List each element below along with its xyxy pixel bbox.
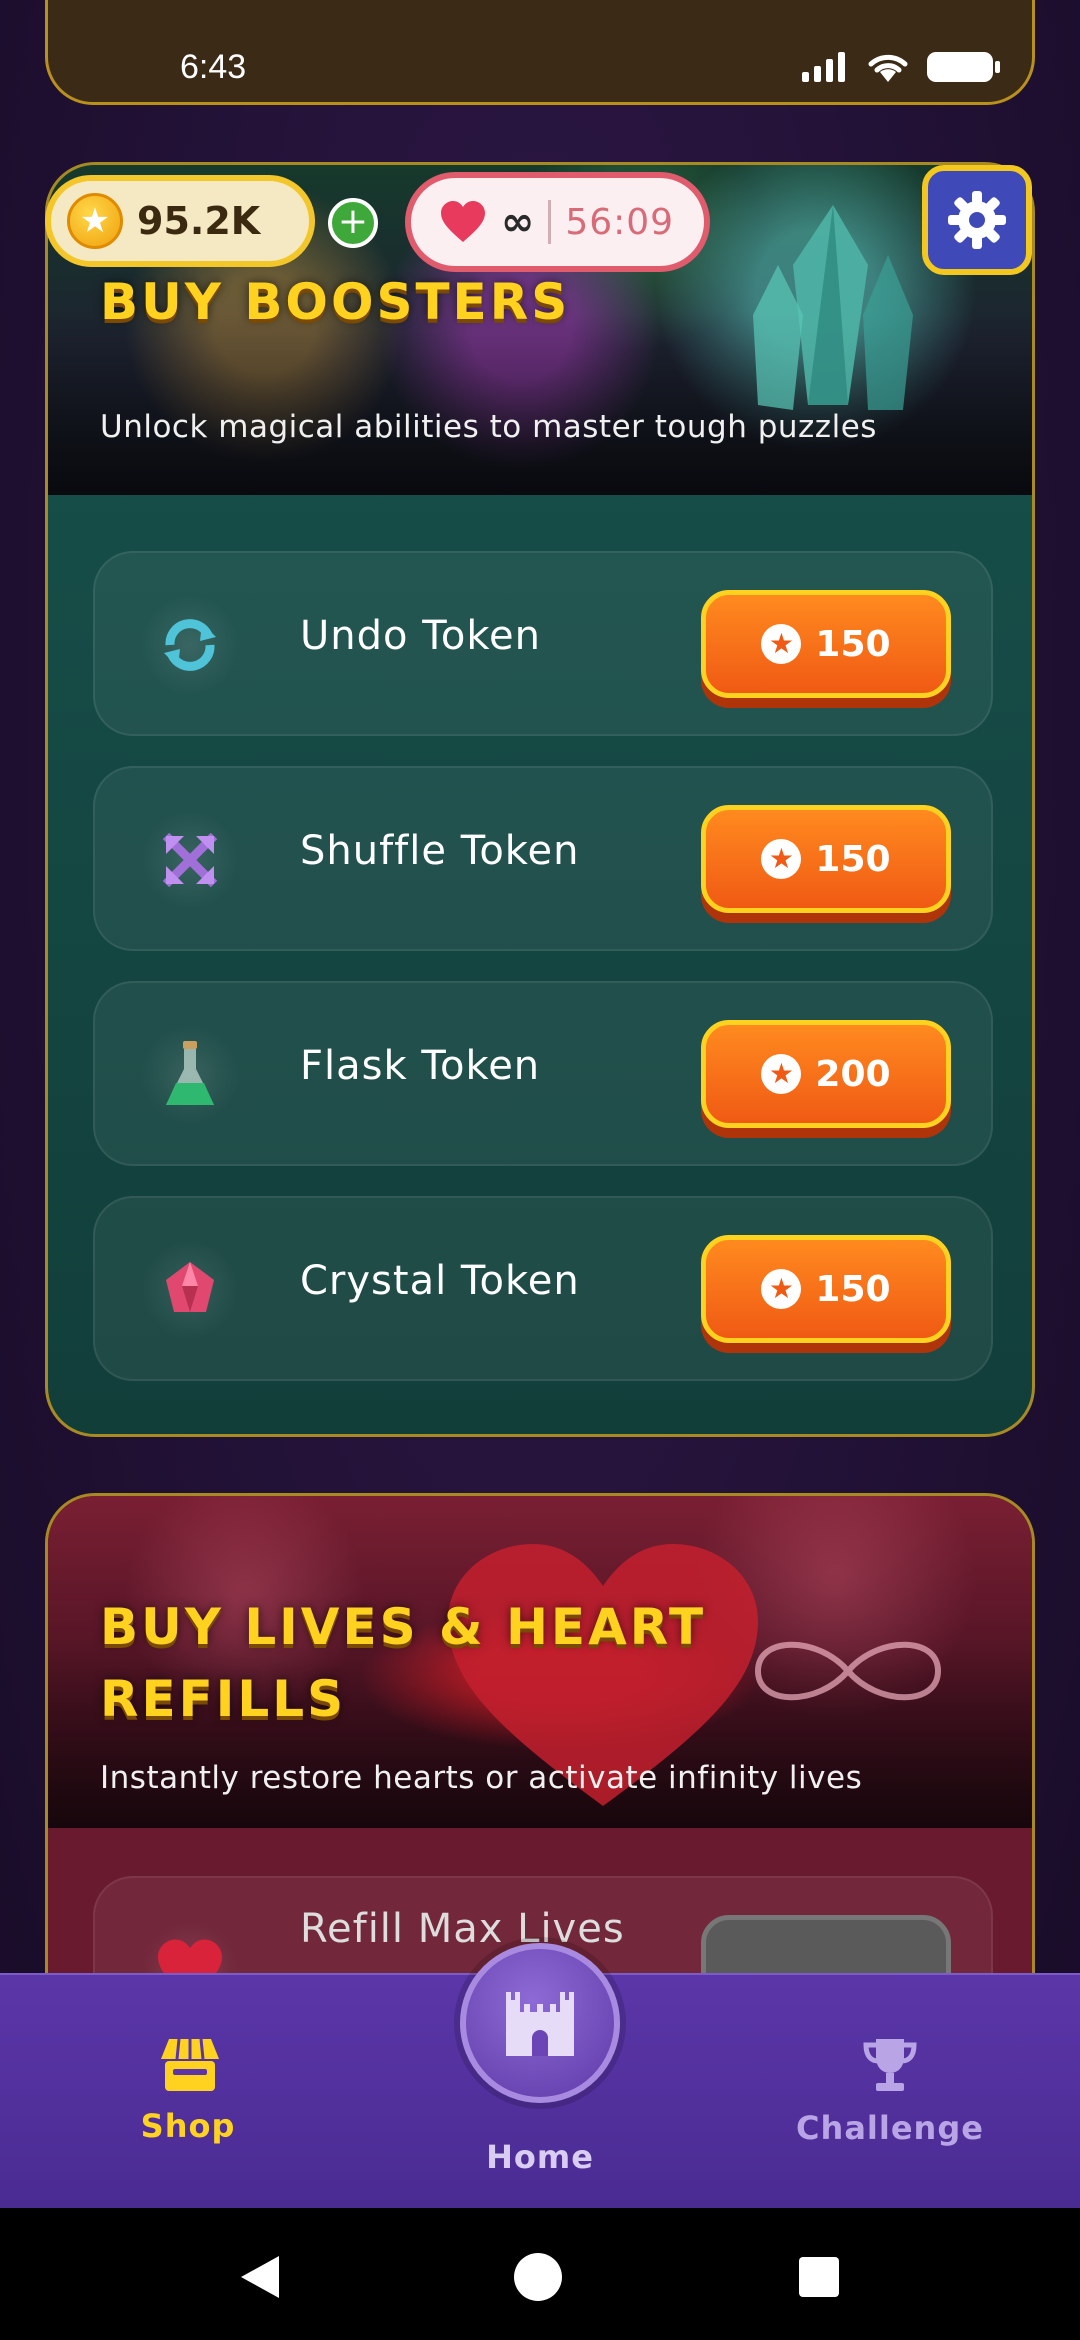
star-coin-icon: ★ [761,1269,802,1309]
nav-home-label: Home [486,2138,594,2176]
booster-item-shuffle: Shuffle Token ★ 150 [93,766,993,951]
price-label: 150 [815,838,891,880]
star-coin-icon: ★ [761,1054,802,1094]
price-label: 150 [815,623,891,665]
nav-challenge-label: Challenge [796,2109,984,2147]
lives-title: BUY LIVES & HEART REFILLS [100,1591,706,1735]
lives-counter[interactable]: ∞ 56:09 [405,172,710,272]
home-circle-icon[interactable] [513,2252,563,2302]
price-label: 150 [815,1268,891,1310]
buy-shuffle-button[interactable]: ★ 150 [701,805,951,913]
crystal-gem-icon [140,1240,240,1340]
system-navigation-bar [0,2208,1080,2340]
boosters-panel: BUY BOOSTERS Unlock magical abilities to… [45,162,1035,1437]
booster-item-crystal: Crystal Token ★ 150 [93,1196,993,1381]
item-label: Flask Token [300,1043,541,1089]
signal-icon [802,52,845,82]
booster-item-undo: Undo Token ★ 150 [93,551,993,736]
status-time: 6:43 [180,48,247,86]
recents-square-icon[interactable] [798,2256,840,2298]
lives-divider [548,200,552,244]
nav-home-label-wrap: Home [470,2138,610,2176]
buy-undo-button[interactable]: ★ 150 [701,590,951,698]
booster-item-flask: Flask Token ★ 200 [93,981,993,1166]
item-label: Undo Token [300,613,542,659]
item-label: Shuffle Token [300,828,580,874]
buy-flask-button[interactable]: ★ 200 [701,1020,951,1128]
nav-home-button[interactable] [460,1943,620,2103]
lives-subtitle: Instantly restore hearts or activate inf… [100,1760,863,1796]
undo-arrows-icon [140,595,240,695]
infinity-hearts-icon [754,1641,942,1701]
shop-store-icon [161,2038,219,2091]
boosters-subtitle: Unlock magical abilities to master tough… [100,409,877,445]
lives-timer: 56:09 [565,201,675,243]
flask-icon [140,1025,240,1125]
gold-coin-icon: ★ [67,193,123,249]
lives-title-line1: BUY LIVES & HEART [100,1598,707,1656]
price-label: 200 [815,1053,891,1095]
settings-button[interactable] [922,165,1032,275]
nav-shop[interactable]: Shop [135,2035,245,2145]
coin-balance-value: 95.2K [137,199,261,243]
shuffle-arrows-icon [140,810,240,910]
coin-balance: ★ 95.2K [45,175,315,267]
status-icons [802,50,1002,84]
shop-screen: 6:43 BUY BOOSTERS Unlock magical abiliti… [0,0,1080,2340]
buy-crystal-button[interactable]: ★ 150 [701,1235,951,1343]
battery-icon [927,52,1000,82]
item-label: Refill Max Lives [300,1906,625,1952]
boosters-title: BUY BOOSTERS [100,273,571,331]
add-coins-button[interactable]: + [328,198,378,248]
lives-infinity: ∞ [501,199,535,245]
wifi-icon [868,54,908,82]
item-label: Crystal Token [300,1258,580,1304]
back-icon[interactable] [235,2252,285,2302]
castle-icon [506,1992,574,2056]
lives-title-line2: REFILLS [100,1670,347,1728]
nav-challenge[interactable]: Challenge [795,2035,985,2147]
trophy-icon [863,2039,917,2091]
gear-icon [948,191,1006,249]
star-coin-icon: ★ [761,624,802,664]
star-coin-icon: ★ [761,839,802,879]
heart-icon [441,201,485,242]
nav-shop-label: Shop [140,2107,236,2145]
crystal-art-icon [753,205,913,410]
